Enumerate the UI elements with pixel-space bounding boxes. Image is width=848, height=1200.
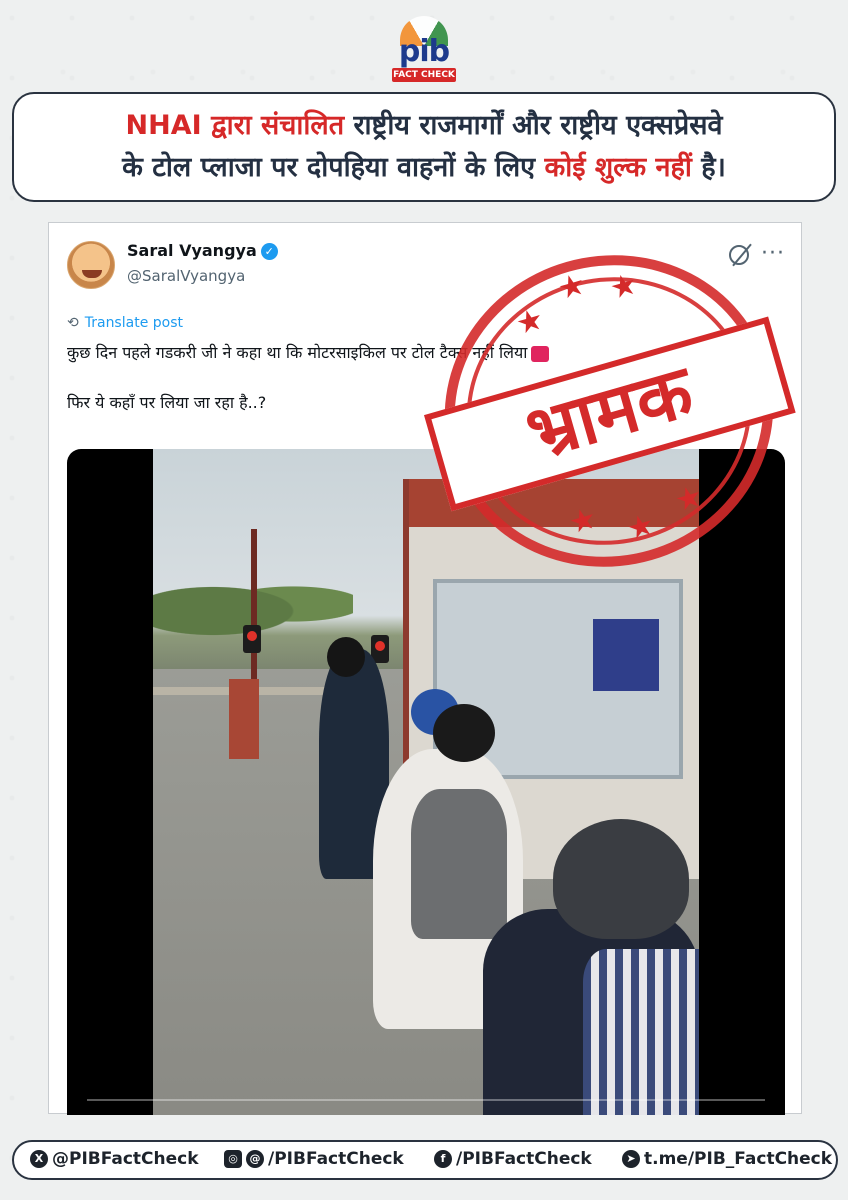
instagram-icon: ◎ [224, 1150, 242, 1168]
logo-text: pib [398, 34, 450, 69]
headline-line-2: के टोल प्लाजा पर दोपहिया वाहनों के लिए क… [122, 147, 726, 189]
headline-line-1: NHAI द्वारा संचालित राष्ट्रीय राजमार्गों… [126, 105, 723, 147]
x-icon: X [30, 1150, 48, 1168]
headline-highlight-2: कोई शुल्क नहीं [544, 152, 692, 183]
telegram-icon: ➤ [622, 1150, 640, 1168]
author-name-text[interactable]: Saral Vyangya [127, 241, 257, 260]
logo-tag: FACT CHECK [392, 68, 456, 82]
more-options-icon[interactable]: ··· [761, 241, 785, 266]
facebook-handle[interactable]: f/PIBFactCheck [434, 1149, 592, 1169]
facebook-icon: f [434, 1150, 452, 1168]
barrier-post [229, 679, 259, 759]
helmet [553, 819, 689, 939]
translate-icon: ⟲ [67, 315, 79, 331]
pib-factcheck-logo: pib FACT CHECK [382, 16, 466, 84]
x-handle-text[interactable]: @PIBFactCheck [52, 1149, 199, 1169]
helmet [327, 637, 365, 677]
headline-highlight-1: NHAI द्वारा संचालित [125, 110, 345, 141]
instagram-threads-handle[interactable]: ◎ @/PIBFactCheck [224, 1149, 404, 1169]
headline-text-2: के टोल प्लाजा पर दोपहिया वाहनों के लिए [122, 152, 545, 183]
translate-label[interactable]: Translate post [85, 315, 183, 331]
instagram-threads-text[interactable]: /PIBFactCheck [268, 1149, 404, 1169]
verified-badge-icon: ✓ [260, 243, 278, 260]
telegram-handle[interactable]: ➤ t.me/PIB_FactCheck [622, 1149, 832, 1169]
plaid-shirt [583, 949, 699, 1115]
avatar[interactable] [67, 241, 115, 289]
headline-text-1: राष्ट्रीय राजमार्गों और राष्ट्रीय एक्सप्… [344, 110, 723, 141]
helmet [433, 704, 495, 762]
threads-icon: @ [246, 1150, 264, 1168]
signal-pole [251, 529, 257, 689]
traffic-signal-icon [243, 625, 261, 653]
facebook-text[interactable]: /PIBFactCheck [456, 1149, 592, 1169]
toll-rate-board [593, 619, 659, 691]
video-progress-bar[interactable] [87, 1099, 765, 1101]
author-name[interactable]: Saral Vyangya ✓ [127, 241, 278, 260]
translate-post-link[interactable]: ⟲ Translate post [67, 315, 183, 331]
x-handle[interactable]: X @PIBFactCheck [30, 1149, 199, 1169]
headline-text-3: है। [691, 152, 726, 183]
social-footer: X @PIBFactCheck ◎ @/PIBFactCheck f/PIBFact… [12, 1140, 838, 1180]
author-handle[interactable]: @SaralVyangya [127, 267, 245, 285]
telegram-text[interactable]: t.me/PIB_FactCheck [644, 1149, 832, 1169]
backpack [411, 789, 507, 939]
headline-box: NHAI द्वारा संचालित राष्ट्रीय राजमार्गों… [12, 92, 836, 202]
